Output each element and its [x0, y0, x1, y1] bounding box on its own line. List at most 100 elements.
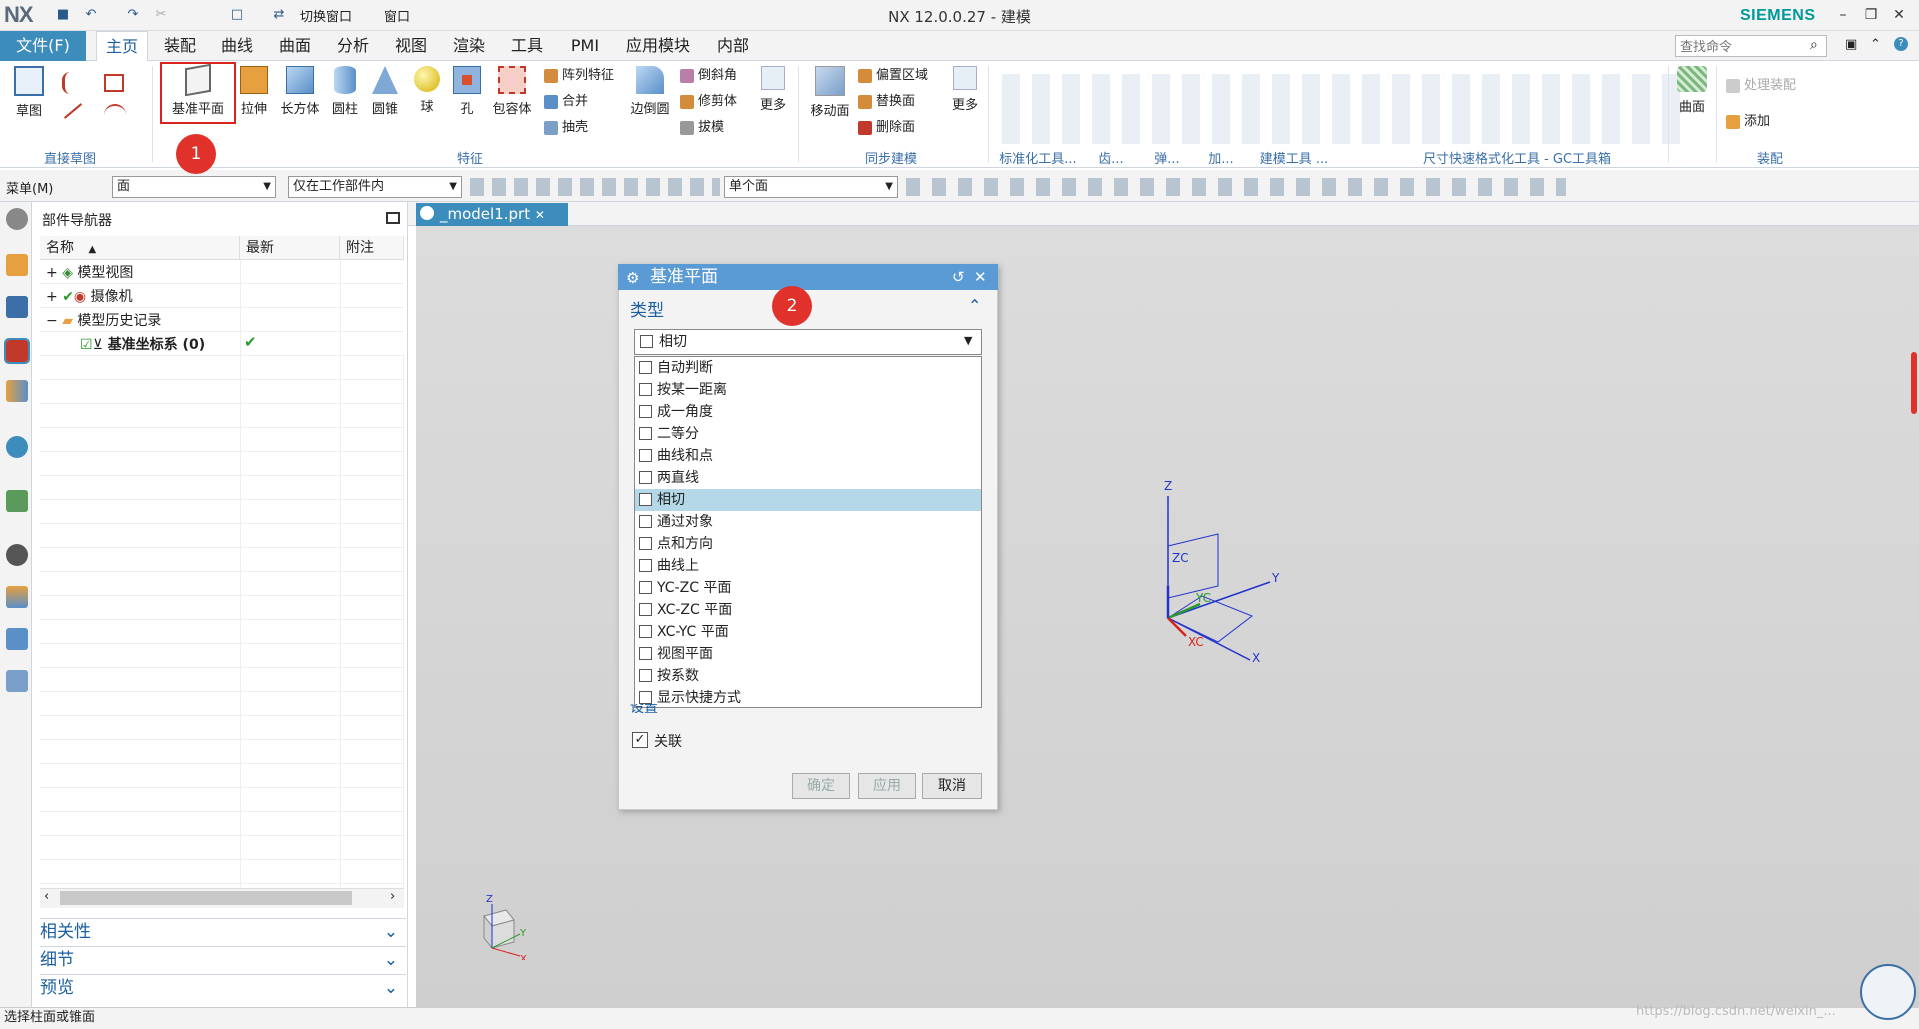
constraint-navigator-icon[interactable]: [6, 296, 28, 318]
tab-internal[interactable]: 内部: [706, 31, 760, 61]
col-notes-header[interactable]: 附注: [340, 236, 404, 260]
extrude-button[interactable]: 拉伸: [236, 66, 272, 117]
offset-region-button[interactable]: 偏置区域: [858, 64, 928, 88]
profile-icon[interactable]: [62, 72, 84, 94]
part-navigator-icon[interactable]: [4, 338, 30, 364]
delete-face-button[interactable]: 删除面: [858, 116, 915, 140]
replace-face-button[interactable]: 替换面: [858, 90, 915, 114]
gear-icon[interactable]: [6, 208, 28, 230]
section-details[interactable]: 细节 ⌄: [40, 946, 406, 972]
associative-checkbox[interactable]: ✓: [632, 732, 648, 748]
scroll-left-icon[interactable]: ‹: [44, 889, 49, 904]
expand-icon[interactable]: +: [46, 265, 58, 281]
option-at-distance[interactable]: 按某一距离: [635, 379, 981, 401]
tab-pmi[interactable]: PMI: [560, 31, 610, 61]
search-icon[interactable]: ⌕: [1810, 37, 1818, 53]
tree-row-cameras[interactable]: + ✔◉ 摄像机: [40, 285, 404, 309]
option-through-object[interactable]: 通过对象: [635, 511, 981, 533]
assistant-avatar[interactable]: [1860, 964, 1916, 1020]
web-browser-icon[interactable]: [6, 490, 28, 512]
window-menu-button[interactable]: 窗口: [384, 6, 410, 25]
document-tab[interactable]: _model1.prt ✕: [416, 203, 568, 226]
process-assembly-button[interactable]: 处理装配: [1726, 74, 1796, 98]
tree-row-model-views[interactable]: + ◈ 模型视图: [40, 261, 404, 285]
more-features-button[interactable]: 更多: [756, 66, 790, 113]
menu-button[interactable]: 菜单(M): [6, 178, 53, 197]
tree-row-datum-csys[interactable]: ☑⊻ 基准坐标系 (0): [40, 333, 404, 357]
option-by-coefficients[interactable]: 按系数: [635, 665, 981, 687]
sphere-button[interactable]: 球: [410, 66, 444, 115]
face-rule-select[interactable]: 单个面 ▼: [724, 176, 898, 198]
rectangle-icon[interactable]: [104, 74, 124, 92]
cut-icon[interactable]: ✂: [152, 6, 170, 24]
datum-plane-button[interactable]: 基准平面: [163, 63, 233, 117]
type-select[interactable]: 相切: [634, 329, 982, 355]
trim-body-button[interactable]: 修剪体: [680, 90, 737, 114]
reset-icon[interactable]: ↺: [952, 268, 965, 286]
sketch-button[interactable]: 草图: [6, 66, 52, 119]
history-icon[interactable]: [6, 544, 28, 566]
expand-icon[interactable]: +: [46, 289, 58, 305]
type-section-label[interactable]: 类型: [630, 296, 664, 321]
save-icon[interactable]: ■: [54, 6, 72, 24]
option-show-shortcuts[interactable]: 显示快捷方式: [635, 687, 981, 709]
option-two-lines[interactable]: 两直线: [635, 467, 981, 489]
add-component-button[interactable]: 添加: [1726, 110, 1770, 134]
option-on-curve[interactable]: 曲线上: [635, 555, 981, 577]
palette-icon[interactable]: [6, 586, 28, 608]
tab-view[interactable]: 视图: [386, 31, 436, 61]
dimension-format-group-label[interactable]: 尺寸快速格式化工具 - GC工具箱: [1412, 148, 1622, 167]
option-yc-zc-plane[interactable]: YC-ZC 平面: [635, 577, 981, 599]
tab-home[interactable]: 主页: [96, 31, 148, 61]
maximize-panel-icon[interactable]: [386, 212, 400, 224]
surface-button[interactable]: 曲面: [1672, 66, 1712, 115]
undo-icon[interactable]: ↶: [82, 6, 100, 24]
ok-button[interactable]: 确定: [792, 773, 850, 799]
option-xc-zc-plane[interactable]: XC-ZC 平面: [635, 599, 981, 621]
type-filter-select[interactable]: 面 ▼: [112, 176, 276, 198]
section-preview[interactable]: 预览 ⌄: [40, 974, 406, 1000]
touch-mode-icon[interactable]: ⇄: [270, 6, 288, 24]
restore-icon[interactable]: ❐: [1858, 4, 1884, 26]
edge-blend-button[interactable]: 边倒圆: [626, 66, 674, 117]
add-group-label[interactable]: 加...: [1204, 148, 1238, 167]
standardize-tools-group-label[interactable]: 标准化工具...: [990, 148, 1086, 167]
arc-icon[interactable]: [104, 104, 126, 126]
option-bisector[interactable]: 二等分: [635, 423, 981, 445]
move-face-button[interactable]: 移动面: [804, 66, 856, 119]
close-icon[interactable]: ✕: [974, 268, 987, 286]
redo-icon[interactable]: ↷: [124, 6, 142, 24]
unite-button[interactable]: 合并: [544, 90, 588, 114]
tab-curve[interactable]: 曲线: [212, 31, 262, 61]
scrollbar-thumb[interactable]: [60, 891, 352, 905]
settings-section-label[interactable]: 设置: [630, 704, 658, 714]
apply-button[interactable]: 应用: [858, 773, 916, 799]
gear-group-label[interactable]: 齿...: [1094, 148, 1128, 167]
roles-icon[interactable]: [6, 670, 28, 692]
info-icon[interactable]: [6, 436, 28, 458]
scroll-right-icon[interactable]: ›: [390, 889, 395, 904]
tab-assembly[interactable]: 装配: [155, 31, 205, 61]
more-sync-button[interactable]: 更多: [948, 66, 982, 113]
datum-csys-graphic[interactable]: Z ZC YC Y XC X: [1140, 476, 1280, 676]
tree-row-model-history[interactable]: − ▰ 模型历史记录: [40, 309, 404, 333]
option-inferred[interactable]: 自动判断: [635, 357, 981, 379]
chevron-down-icon[interactable]: ▼: [964, 334, 972, 347]
option-point-and-direction[interactable]: 点和方向: [635, 533, 981, 555]
collapse-section-icon[interactable]: ⌃: [968, 296, 981, 315]
selection-scope-select[interactable]: 仅在工作部件内 ▼: [288, 176, 462, 198]
modeling-tools-group-label[interactable]: 建模工具 ...: [1256, 148, 1332, 167]
option-xc-yc-plane[interactable]: XC-YC 平面: [635, 621, 981, 643]
viewport-scroll-indicator[interactable]: [1911, 352, 1917, 414]
draft-button[interactable]: 拔模: [680, 116, 724, 140]
reuse-library-icon[interactable]: [6, 380, 28, 402]
cylinder-button[interactable]: 圆柱: [326, 66, 364, 117]
minimize-icon[interactable]: –: [1830, 4, 1856, 26]
gc-toolkit-icons[interactable]: [996, 74, 1686, 144]
tab-render[interactable]: 渲染: [444, 31, 494, 61]
process-studio-icon[interactable]: [6, 628, 28, 650]
assembly-navigator-icon[interactable]: [6, 254, 28, 276]
close-icon[interactable]: ✕: [1886, 4, 1912, 26]
ribbon-options-icon[interactable]: ▣: [1845, 37, 1857, 52]
collapse-ribbon-icon[interactable]: ⌃: [1870, 37, 1881, 52]
